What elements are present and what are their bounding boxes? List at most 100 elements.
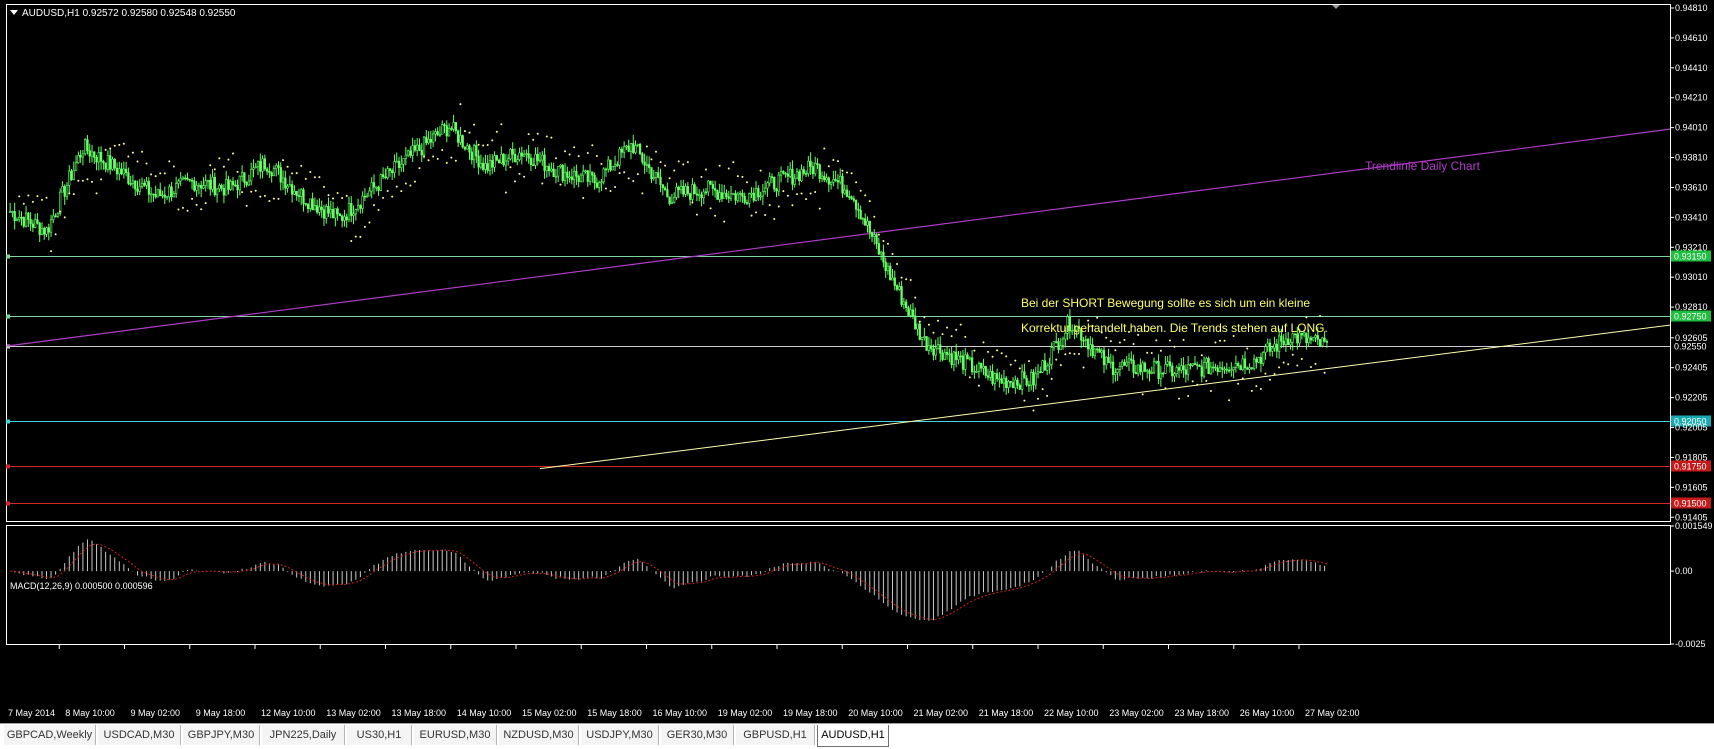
candle-body [682,185,685,195]
candle-body [1182,365,1185,371]
sar-dot [864,194,867,197]
sar-dot [245,204,248,207]
sar-dot [527,133,530,136]
tab-nzdusd-m30[interactable]: NZDUSD,M30 [499,725,579,745]
candle-body [825,177,828,181]
sar-dot [1000,352,1003,355]
candle-body [420,149,423,156]
candle-body [702,191,705,199]
tab-gbpjpy-m30[interactable]: GBPJPY,M30 [183,725,260,745]
candle-body [695,193,699,196]
candle-body [413,145,417,151]
trendline-label: Trendlinie Daily Chart [1365,159,1481,173]
price-tick-label: 0.91605 [1675,482,1708,492]
price-tick-label: 0.92605 [1675,333,1708,343]
candle-body [882,251,885,263]
line-handle[interactable] [6,254,10,259]
sar-dot [322,185,325,188]
candle-body [1116,369,1119,374]
candle-body [104,162,107,170]
sar-dot [1109,340,1112,343]
candle-body [579,174,583,182]
sar-dot [705,168,708,171]
candle-body [809,160,812,167]
scroll-marker-icon[interactable] [1332,5,1340,9]
chart-tab-bar: GBPCAD,Weekly USDCAD,M30 GBPJPY,M30 JPN225,… [0,723,1714,749]
tab-ger30-m30[interactable]: GER30,M30 [661,725,734,745]
candle-body [479,162,483,168]
candle-body [1314,335,1317,338]
time-tick-label: 21 May 02:00 [914,708,969,718]
tab-gbpcad-weekly[interactable]: GBPCAD,Weekly [4,725,96,745]
sar-dot [900,276,903,279]
candle-body [534,153,537,166]
sar-dot [914,296,917,299]
candle-body [359,205,362,209]
tab-jpn225-daily[interactable]: JPN225,Daily [262,725,345,745]
candle-body [1232,367,1235,370]
sar-dot [1005,355,1008,358]
sar-dot [591,144,594,147]
candle-body [666,189,669,198]
candle-body [891,277,894,281]
sar-dot [1300,357,1303,360]
candle-body [1105,356,1108,366]
candle-body [868,220,871,233]
line-handle[interactable] [6,419,10,424]
sar-dot [691,201,694,204]
candle-body [347,203,351,221]
sar-dot [500,123,503,126]
candle-body [1048,364,1051,367]
candle-body [911,309,915,317]
candle-body [418,144,421,151]
sar-dot [941,333,944,336]
sar-dot [345,194,348,197]
sar-dot [636,173,639,176]
sar-dot [259,195,262,198]
sar-dot [645,145,648,148]
price-tick-label: 0.93010 [1675,272,1708,282]
sar-dot [641,192,644,195]
candle-body [909,309,912,316]
sar-dot [1314,362,1317,365]
line-handle[interactable] [6,501,10,506]
tab-gbpusd-h1[interactable]: GBPUSD,H1 [736,725,815,745]
candle-body [281,177,285,183]
sar-dot [600,162,603,165]
tab-eurusd-m30[interactable]: EURUSD,M30 [414,725,497,745]
sar-dot [63,216,66,219]
sar-dot [236,170,239,173]
sar-dot [846,171,849,174]
time-tick-label: 13 May 18:00 [392,708,447,718]
line-handle[interactable] [6,314,10,319]
triangle-down-icon[interactable] [10,10,18,15]
candle-body [513,153,517,163]
sar-dot [1082,366,1085,369]
sar-dot [368,221,371,224]
candle-body [550,168,553,172]
sar-dot [1246,347,1249,350]
candle-body [1168,361,1172,367]
candle-body [786,173,790,177]
candle-body [950,353,953,365]
candle-body [1118,366,1122,370]
sar-dot [363,225,366,228]
candle-body [300,189,303,197]
sar-dot [545,135,548,138]
sar-dot [113,144,116,147]
tab-us30-h1[interactable]: US30,H1 [347,725,412,745]
candlesticks [9,114,1329,395]
candle-body [1202,362,1206,377]
chart-canvas[interactable]: 0.931500.927500.925500.920500.917500.915… [0,0,1714,723]
tab-usdjpy-m30[interactable]: USDJPY,M30 [581,725,659,745]
candle-body [475,145,478,157]
line-handle[interactable] [6,464,10,469]
sar-dot [432,155,435,158]
candle-body [495,155,498,161]
candle-body [31,223,35,228]
candle-body [438,133,442,136]
tab-usdcad-m30[interactable]: USDCAD,M30 [98,725,181,745]
candle-body [404,154,407,159]
sar-dot [300,164,303,167]
tab-audusd-h1[interactable]: AUDUSD,H1 [817,725,889,747]
